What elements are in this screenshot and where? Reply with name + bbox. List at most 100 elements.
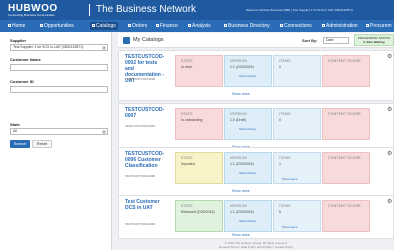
lightbulb-icon [40,24,43,28]
brand-title: The Business Network [96,4,197,15]
items-box: ITEMS 5 Show items [273,200,321,232]
version-value: 1.1 (2/25/2015) [230,65,254,69]
sort-label: Sort By: [302,38,318,43]
page-footer: © 2015 The Hubwoo Group. All rights rese… [118,241,394,249]
customer-name-input[interactable] [10,64,108,71]
hubwoo-logo[interactable]: HUBWOO Connecting Business Communities [8,3,57,17]
directory-icon [224,24,227,28]
catalog-code: TESTCUSTCOD-0002 [125,77,156,81]
version-value: 1.1 (2/25/2015) [230,162,254,166]
gear-icon[interactable]: ⚙ [387,199,393,205]
show-history-link[interactable]: Show history [239,171,256,175]
show-history-link[interactable]: Show history [239,74,256,78]
content-score-box: CONTENT SCORE [322,55,370,87]
gear-icon[interactable]: ⚙ [387,54,393,60]
catalog-card: TESTCUSTCOD-0006 Customer Classification… [118,147,394,198]
state-value: In error [181,65,193,69]
nav-opportunities[interactable]: Opportunities [38,22,76,30]
state-box: STATE In error [175,55,223,87]
catalog-title[interactable]: Test Customer DCS in UAT [125,199,165,211]
search-button[interactable]: Search [10,140,30,148]
supplier-select[interactable]: Test Supplier 1 for SCS to UAT (08011328… [10,44,108,51]
customer-id-input[interactable] [10,86,108,93]
brand-divider [89,4,90,16]
content-score-box: CONTENT SCORE [322,108,370,140]
state-label: State [10,122,20,127]
nav-home[interactable]: Home [6,22,27,30]
state-value: Released (2/25/2015) [181,210,215,214]
nav-procurement[interactable]: Procurem [364,22,394,30]
catalog-card: TESTCUSTCOD-0002 for tests and documenta… [118,50,394,101]
main-nav: Home Opportunities Catalogs Orders Finan… [0,20,394,32]
catalog-icon [92,24,95,28]
logo-tagline: Connecting Business Communities [8,13,55,17]
catalog-code: TESTCUSTCOD-0007 [125,124,156,128]
state-box: STATE Released (2/25/2015) [175,200,223,232]
items-count: 0 [279,65,281,69]
home-icon [8,24,11,28]
nav-business-directory[interactable]: Business Directory [222,22,272,30]
version-box: VERSION 1.0 (Draft) Show history [224,108,272,140]
content-score-box: CONTENT SCORE [322,200,370,232]
top-header: HUBWOO Connecting Business Communities T… [0,0,394,20]
state-select[interactable]: All ▾ [10,128,108,135]
items-box: ITEMS 1 Show items [273,152,321,184]
show-items-link[interactable]: Show items [282,225,298,229]
nav-orders[interactable]: Orders [126,22,149,30]
nav-catalogs[interactable]: Catalogs [90,22,118,30]
version-box: VERSION 1.1 (2/25/2015) Show history [224,200,272,232]
catalog-title[interactable]: TESTCUSTCOD-0007 [125,107,165,119]
version-box: VERSION 1.1 (2/25/2015) Show history [224,55,272,87]
nav-connections[interactable]: Connections [278,22,314,30]
gear-icon[interactable]: ⚙ [387,107,393,113]
chevron-down-icon: ▾ [102,130,106,134]
processing-status-badge[interactable]: PROCESSING STATUS 0 Jobs Waiting [354,34,394,46]
footer-links[interactable]: General Terms | Data Policy and Privacy … [118,245,394,249]
items-count: 1 [279,162,281,166]
show-more-link[interactable]: Show more [232,189,250,193]
nav-finance[interactable]: Finance [154,22,180,30]
chart-icon [188,24,191,28]
catalog-header: My Catalogs Sort By: Date PROCESSING STA… [118,33,394,48]
content-score-box: CONTENT SCORE [322,152,370,184]
reset-button[interactable]: Reset [32,140,52,148]
version-value: 1.1 (2/25/2015) [230,210,254,214]
state-box: STATE In onboarding [175,108,223,140]
items-count: 5 [279,210,281,214]
admin-icon [322,24,325,28]
state-value: In onboarding [181,118,203,122]
catalog-icon [123,37,130,44]
show-history-link[interactable]: Show history [239,219,256,223]
orders-icon [128,24,131,28]
procurement-icon [366,24,369,28]
version-box: VERSION 1.1 (2/25/2015) Show history [224,152,272,184]
nav-analysis[interactable]: Analysis [186,22,213,30]
catalog-code: TESTCUSTCOD-0001 [125,222,156,226]
finance-icon [156,24,159,28]
state-box: STATE Imported [175,152,223,184]
sort-select[interactable]: Date [323,37,349,44]
supplier-label: Supplier [10,38,27,43]
filter-sidebar: Supplier Test Supplier 1 for SCS to UAT … [0,32,112,250]
gear-icon[interactable]: ⚙ [387,151,393,157]
page-title: My Catalogs [133,37,164,43]
customer-id-label: Customer ID [10,79,34,84]
items-box: ITEMS 0 [273,55,321,87]
catalog-card: Test Customer DCS in UAT TESTCUSTCOD-000… [118,195,394,239]
catalog-list-panel: My Catalogs Sort By: Date PROCESSING STA… [118,33,394,250]
nav-administration[interactable]: Administration [320,22,360,30]
show-more-link[interactable]: Show more [232,233,250,237]
catalog-code: TESTCUSTCOD-0006 [125,174,156,178]
connections-icon [280,24,283,28]
catalog-title[interactable]: TESTCUSTCOD-0006 Customer Classification [125,151,165,169]
chevron-down-icon: ▾ [102,46,106,50]
customer-name-label: Customer Name [10,57,41,62]
show-more-link[interactable]: Show more [232,92,250,96]
items-count: 0 [279,118,281,122]
version-value: 1.0 (Draft) [230,118,246,122]
items-box: ITEMS 0 [273,108,321,140]
state-value: Imported [181,162,195,166]
show-history-link[interactable]: Show history [239,127,256,131]
user-info[interactable]: Welcome Michele Buscaroli (MB) | Test Su… [246,8,394,14]
show-items-link[interactable]: Show items [282,177,298,181]
